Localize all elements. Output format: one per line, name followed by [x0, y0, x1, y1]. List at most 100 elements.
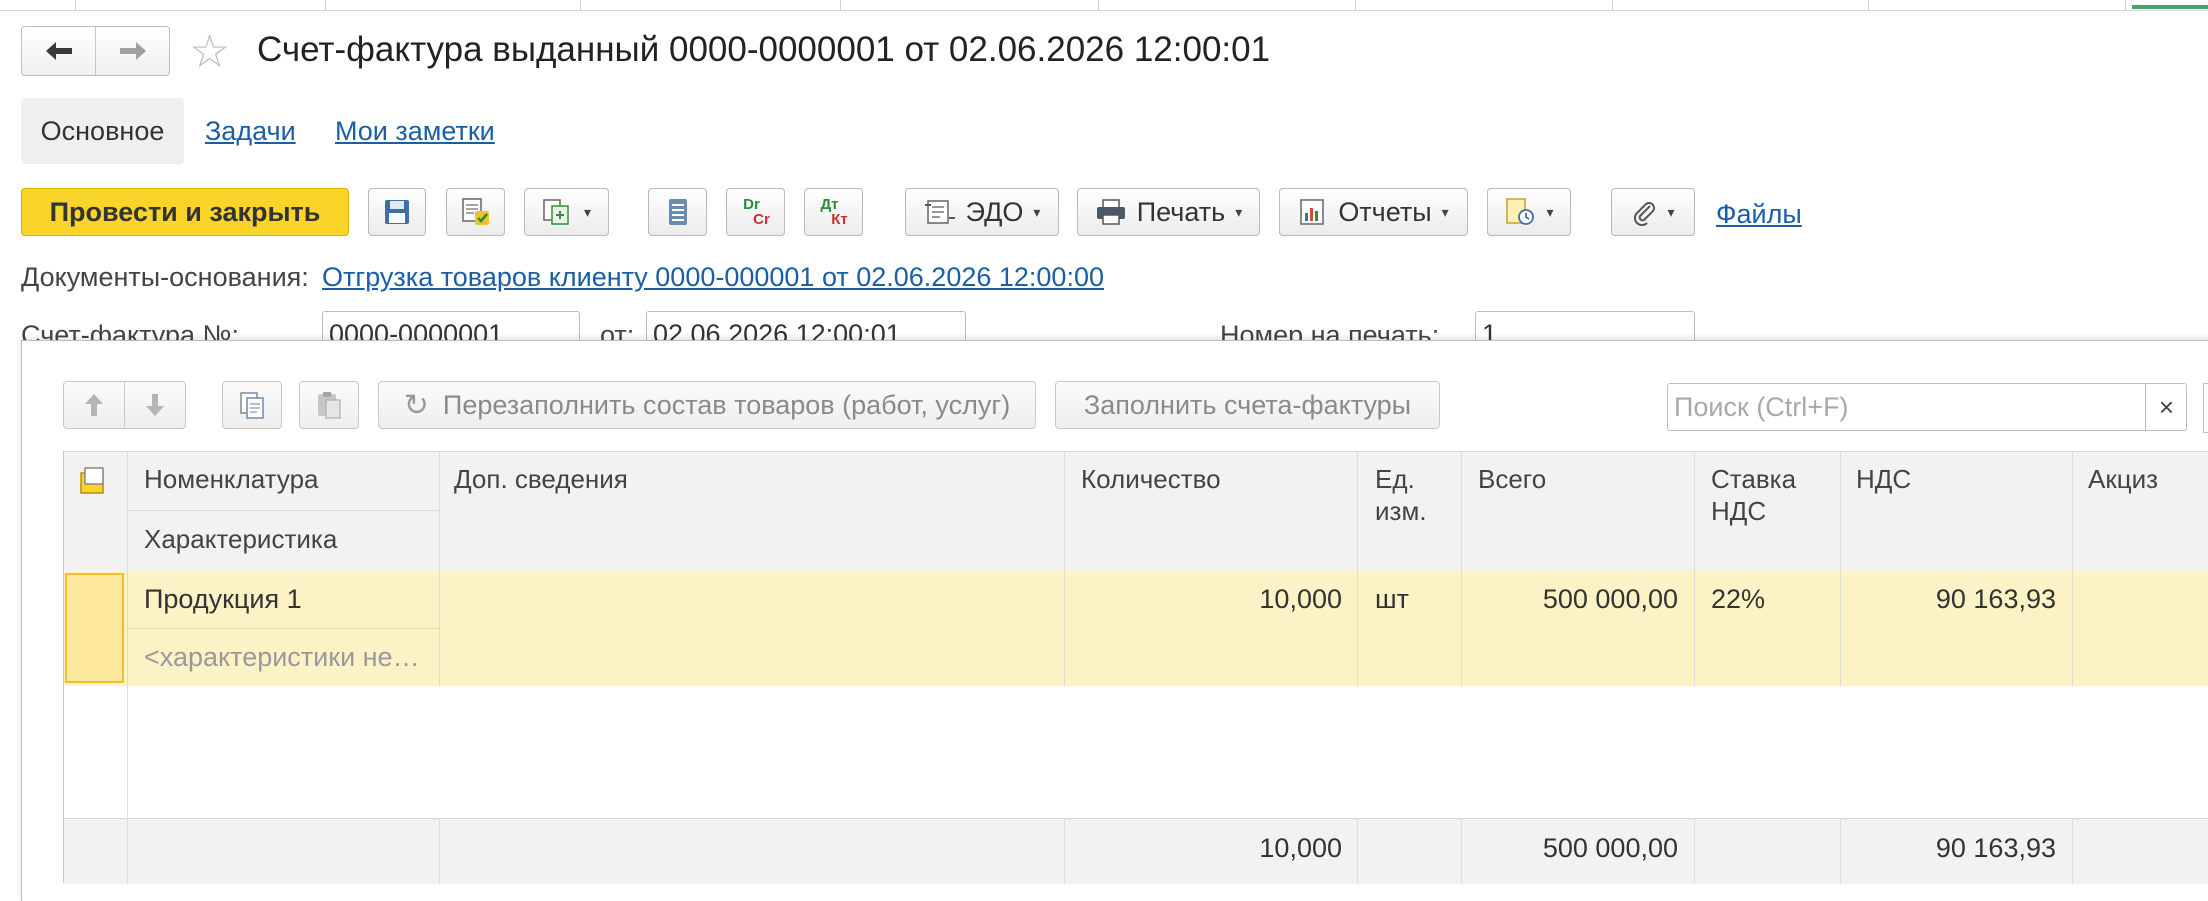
- back-button[interactable]: [22, 27, 95, 75]
- basis-document-link[interactable]: Отгрузка товаров клиенту 0000-000001 от …: [322, 262, 1104, 293]
- footer-quantity: 10,000: [1259, 833, 1342, 863]
- clear-search-button[interactable]: ×: [2145, 383, 2187, 431]
- printer-icon: [1096, 199, 1125, 225]
- dropdown-arrow-icon: ▾: [1546, 203, 1554, 220]
- dropdown-arrow-icon: ▾: [1033, 203, 1041, 220]
- basis-documents-label: Документы-основания:: [21, 262, 309, 292]
- grid-line: [1694, 451, 1695, 686]
- select-all-button[interactable]: [79, 465, 109, 500]
- post-and-close-button[interactable]: Провести и закрыть: [21, 188, 349, 236]
- col-characteristic[interactable]: Характеристика: [144, 523, 337, 555]
- cell-characteristic[interactable]: <характеристики не…: [144, 642, 420, 673]
- save-button[interactable]: [368, 188, 426, 236]
- col-vat[interactable]: НДС: [1856, 463, 1911, 495]
- tab-notes[interactable]: Мои заметки: [335, 116, 495, 147]
- col-total[interactable]: Всего: [1478, 463, 1546, 495]
- edo-button[interactable]: ЭДО ▾: [905, 188, 1059, 236]
- reports-button[interactable]: Отчеты ▾: [1279, 188, 1468, 236]
- arrow-down-icon: [146, 394, 164, 416]
- col-unit-line2: изм.: [1375, 496, 1427, 526]
- create-based-on-button[interactable]: ▾: [524, 188, 609, 236]
- tab-tasks[interactable]: Задачи: [205, 116, 296, 147]
- reports-label: Отчеты: [1338, 196, 1432, 227]
- dt-label: Дт: [820, 196, 839, 213]
- fill-invoices-button[interactable]: Заполнить счета-фактуры: [1055, 381, 1440, 429]
- page-title: Счет-фактура выданный 0000-0000001 от 02…: [257, 30, 1271, 69]
- cell-vat[interactable]: 90 163,93: [1850, 584, 2056, 615]
- grid-line: [1840, 818, 1841, 883]
- arrow-left-icon: [45, 42, 72, 60]
- paperclip-icon: [1634, 202, 1656, 226]
- dt-kt-button[interactable]: Дт Кт: [804, 188, 863, 236]
- paste-icon: [318, 392, 341, 419]
- window-tab-strip: [0, 0, 2208, 11]
- grid-line: [1461, 451, 1462, 686]
- col-vat-rate-line1: Ставка: [1711, 464, 1797, 494]
- forward-button[interactable]: [95, 27, 169, 75]
- related-documents-button[interactable]: ▾: [1487, 188, 1571, 236]
- print-button[interactable]: Печать ▾: [1077, 188, 1260, 236]
- document-list-icon: [668, 199, 687, 225]
- dropdown-arrow-icon: ▾: [583, 203, 592, 220]
- dropdown-arrow-icon: ▾: [1667, 203, 1675, 220]
- cell-vat-rate[interactable]: 22%: [1711, 584, 1765, 615]
- files-link[interactable]: Файлы: [1716, 199, 1802, 230]
- col-excise[interactable]: Акциз: [2088, 463, 2158, 495]
- star-icon: ☆: [189, 25, 231, 77]
- tab-main[interactable]: Основное: [21, 98, 184, 164]
- row-marker-icon: [80, 467, 104, 494]
- col-extra-info[interactable]: Доп. сведения: [454, 463, 628, 495]
- cell-nomenclature[interactable]: Продукция 1: [144, 584, 302, 615]
- post-button[interactable]: [446, 188, 505, 236]
- footer-total: 500 000,00: [1542, 833, 1678, 863]
- copy-rows-button[interactable]: [222, 381, 282, 429]
- grid-line: [439, 818, 440, 883]
- col-nomenclature[interactable]: Номенклатура: [144, 463, 318, 495]
- more-actions-button[interactable]: [2203, 383, 2208, 433]
- kt-label: Кт: [831, 211, 848, 228]
- grid-line: [127, 510, 439, 511]
- refresh-icon: ↻: [403, 388, 429, 422]
- table-empty-area: [63, 686, 2208, 818]
- document-structure-button[interactable]: [648, 188, 707, 236]
- grid-line: [1357, 818, 1358, 883]
- col-quantity[interactable]: Количество: [1081, 463, 1221, 495]
- row-selector[interactable]: [65, 573, 124, 683]
- grid-line: [63, 451, 64, 883]
- grid-line: [127, 451, 128, 883]
- dr-label: Dr: [743, 196, 760, 213]
- document-clock-icon: [1506, 198, 1535, 225]
- attachments-button[interactable]: ▾: [1611, 188, 1695, 236]
- cell-unit[interactable]: шт: [1375, 584, 1409, 615]
- copy-icon: [240, 392, 264, 419]
- grid-line: [439, 451, 440, 686]
- history-navigation: [21, 26, 170, 76]
- cell-total[interactable]: 500 000,00: [1470, 584, 1678, 615]
- grid-line: [1694, 818, 1695, 883]
- arrow-up-icon: [85, 394, 103, 416]
- col-unit[interactable]: Ед. изм.: [1375, 463, 1427, 527]
- active-window-indicator: [2132, 5, 2208, 9]
- edo-icon: [924, 200, 955, 224]
- col-unit-line1: Ед.: [1375, 464, 1415, 494]
- col-vat-rate[interactable]: Ставка НДС: [1711, 463, 1796, 527]
- move-down-button[interactable]: [124, 381, 186, 429]
- cell-quantity[interactable]: 10,000: [1070, 584, 1342, 615]
- col-vat-rate-line2: НДС: [1711, 496, 1767, 526]
- print-label: Печать: [1136, 196, 1226, 227]
- move-up-button[interactable]: [63, 381, 125, 429]
- grid-line: [1461, 818, 1462, 883]
- grid-line: [127, 628, 439, 629]
- refill-goods-button[interactable]: ↻ Перезаполнить состав товаров (работ, у…: [378, 381, 1036, 429]
- grid-line: [2072, 818, 2073, 883]
- debit-credit-button[interactable]: Dr Cr: [726, 188, 785, 236]
- arrow-right-icon: [119, 42, 146, 60]
- search-input[interactable]: Поиск (Ctrl+F): [1667, 383, 2187, 431]
- grid-line: [1064, 451, 1065, 686]
- create-based-icon: [543, 199, 569, 225]
- floppy-disk-icon: [385, 200, 409, 224]
- post-document-icon: [461, 198, 489, 225]
- favorite-button[interactable]: ☆: [189, 28, 230, 74]
- dropdown-arrow-icon: ▾: [1235, 203, 1243, 220]
- paste-rows-button[interactable]: [299, 381, 359, 429]
